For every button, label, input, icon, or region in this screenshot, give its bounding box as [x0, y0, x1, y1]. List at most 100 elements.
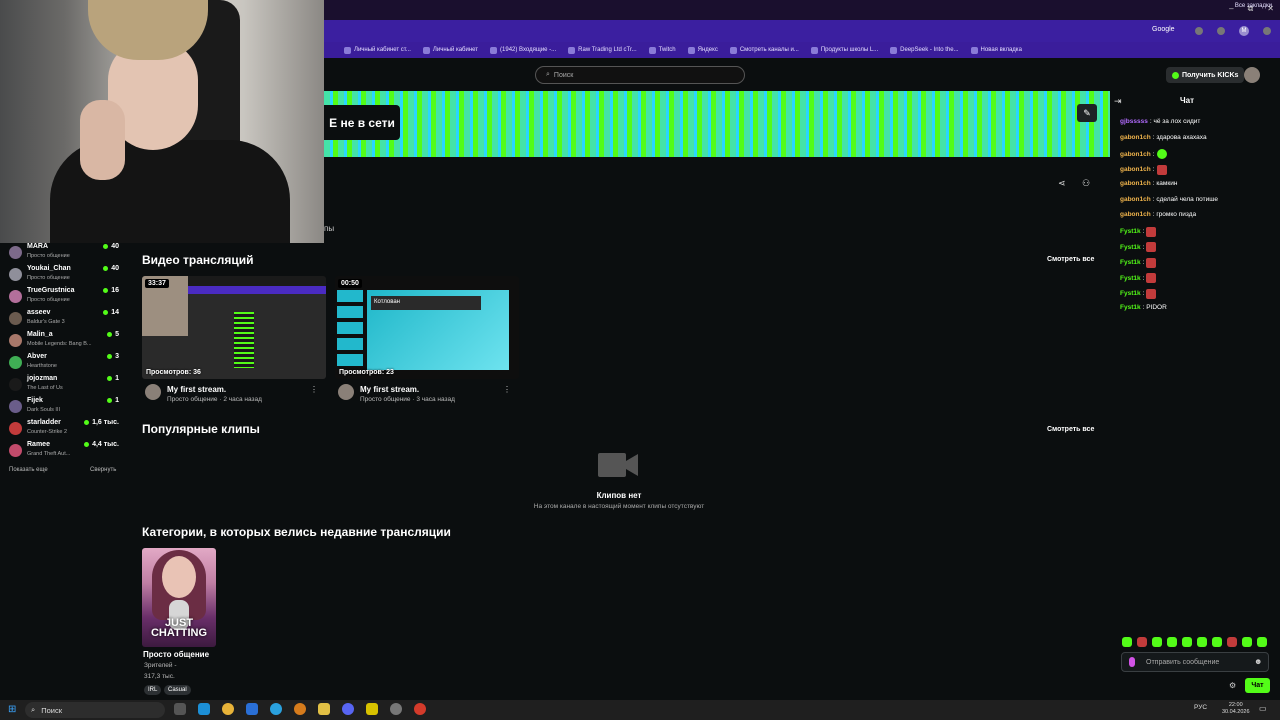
- chat-send-button[interactable]: Чат: [1245, 678, 1270, 693]
- video-thumbnail[interactable]: 33:37 Просмотров: 36: [142, 276, 326, 379]
- video-thumbnail[interactable]: Котлован 00:50 Просмотров: 23: [335, 276, 519, 379]
- chat-username[interactable]: gabon1ch: [1120, 166, 1151, 173]
- sidebar-channel[interactable]: starladder Counter-Strike 2 1,6 тыс.: [8, 419, 123, 441]
- bookmark-item[interactable]: Twitch: [648, 46, 676, 54]
- firefox-icon[interactable]: [294, 703, 306, 715]
- emote-icon[interactable]: [1167, 637, 1177, 647]
- sidebar-channel[interactable]: Youkai_Chan Просто общение 40: [8, 265, 123, 287]
- people-icon[interactable]: ⚇: [1082, 178, 1090, 189]
- bookmark-item[interactable]: Raw Trading Ltd cTr...: [568, 46, 637, 54]
- videos-see-all-button[interactable]: Смотреть все: [1047, 256, 1094, 263]
- edit-banner-button[interactable]: ✎: [1077, 104, 1097, 122]
- extensions-icon[interactable]: [1217, 27, 1225, 35]
- tab-clips[interactable]: пы: [324, 224, 334, 233]
- chat-username[interactable]: Fyst1k: [1120, 244, 1141, 251]
- menu-icon[interactable]: [1263, 27, 1271, 35]
- taskbar-search[interactable]: ⌕ Поиск: [25, 702, 165, 718]
- more-options-icon[interactable]: ⋮: [503, 385, 511, 394]
- more-options-icon[interactable]: ⋮: [310, 385, 318, 394]
- category-card[interactable]: JUST CHATTING: [142, 548, 216, 647]
- video-card[interactable]: Котлован 00:50 Просмотров: 23 My first s…: [335, 276, 519, 403]
- category-name[interactable]: Просто общение: [143, 650, 209, 659]
- chat-username[interactable]: gjbsssss: [1120, 118, 1148, 125]
- file-explorer-icon[interactable]: [318, 703, 330, 715]
- bookmark-item[interactable]: Продукты школы L...: [810, 46, 878, 54]
- all-bookmarks-button[interactable]: Все закладки: [1235, 3, 1272, 9]
- bookmark-item[interactable]: Смотреть каналы и...: [729, 46, 799, 54]
- sidebar-channel[interactable]: asseev Baldur's Gate 3 14: [8, 309, 123, 331]
- chat-username[interactable]: Fyst1k: [1120, 228, 1141, 235]
- emote-icon[interactable]: [1137, 637, 1147, 647]
- app-icon[interactable]: [366, 703, 378, 715]
- video-card[interactable]: 33:37 Просмотров: 36 My first stream. Пр…: [142, 276, 326, 403]
- tag-irl[interactable]: IRL: [144, 685, 162, 695]
- edge-icon[interactable]: [198, 703, 210, 715]
- windows-start-icon[interactable]: ⊞: [8, 704, 16, 715]
- mic-icon[interactable]: [1129, 657, 1135, 667]
- chat-input[interactable]: Отправить сообщение: [1121, 652, 1269, 672]
- telegram-icon[interactable]: [270, 703, 282, 715]
- profile-icon[interactable]: M: [1239, 26, 1249, 36]
- video-title[interactable]: My first stream.: [167, 385, 226, 394]
- tag-casual[interactable]: Casual: [164, 685, 191, 695]
- clips-see-all-button[interactable]: Смотреть все: [1047, 426, 1094, 433]
- mail-icon[interactable]: [246, 703, 258, 715]
- bookmark-item[interactable]: DeepSeek - Into the...: [890, 46, 959, 54]
- share-icon[interactable]: ⋖: [1058, 178, 1066, 189]
- clock[interactable]: 22:00 30.04.2026: [1222, 702, 1250, 716]
- system-tray[interactable]: РУС: [1194, 704, 1207, 711]
- bookmark-item[interactable]: Личный кабинет ст...: [344, 46, 411, 54]
- chat-username[interactable]: Fyst1k: [1120, 259, 1141, 266]
- emote-icon[interactable]: [1227, 637, 1237, 647]
- sidebar-channel[interactable]: jojozman The Last of Us 1: [8, 375, 123, 397]
- emote-icon[interactable]: [1212, 637, 1222, 647]
- task-view-icon[interactable]: [174, 703, 186, 715]
- chrome-icon[interactable]: [222, 703, 234, 715]
- bookmark-item[interactable]: Яндекс: [687, 46, 718, 54]
- sidebar-channel[interactable]: TrueGrustnica Просто общение 16: [8, 287, 123, 309]
- collapse-button[interactable]: Свернуть: [90, 467, 116, 473]
- user-avatar[interactable]: [1244, 67, 1260, 83]
- channel-name: starladder: [27, 419, 61, 426]
- bookmark-item[interactable]: Новая вкладка: [970, 46, 1022, 54]
- google-button[interactable]: Google: [1152, 26, 1175, 33]
- yandex-icon[interactable]: [414, 703, 426, 715]
- chat-username[interactable]: Fyst1k: [1120, 290, 1141, 297]
- sidebar-channel[interactable]: Malin_a Mobile Legends: Bang B... 5: [8, 331, 123, 353]
- chat-username[interactable]: Fyst1k: [1120, 275, 1141, 282]
- sidebar-channel[interactable]: Fijek Dark Souls III 1: [8, 397, 123, 419]
- emote-icon[interactable]: [1122, 637, 1132, 647]
- chat-username[interactable]: gabon1ch: [1120, 211, 1151, 218]
- get-kicks-button[interactable]: Получить KICKs: [1166, 67, 1245, 83]
- show-more-button[interactable]: Показать еще: [9, 467, 48, 473]
- channel-name: Youkai_Chan: [27, 265, 71, 272]
- chat-username[interactable]: gabon1ch: [1120, 180, 1151, 187]
- discord-icon[interactable]: [342, 703, 354, 715]
- chat-username[interactable]: gabon1ch: [1120, 196, 1151, 203]
- collapse-chat-icon[interactable]: ⇥: [1114, 96, 1122, 107]
- channel-avatar[interactable]: [338, 384, 354, 400]
- chat-username[interactable]: gabon1ch: [1120, 151, 1151, 158]
- channel-avatar[interactable]: [145, 384, 161, 400]
- notifications-icon[interactable]: ▭: [1259, 704, 1267, 713]
- minimize-button[interactable]: –: [1229, 4, 1233, 14]
- search-input[interactable]: ⌕ Поиск: [535, 66, 745, 84]
- video-title[interactable]: My first stream.: [360, 385, 419, 394]
- emote-icon[interactable]: [1197, 637, 1207, 647]
- obs-icon[interactable]: [390, 703, 402, 715]
- language-indicator[interactable]: РУС: [1194, 704, 1207, 711]
- emote-icon[interactable]: [1182, 637, 1192, 647]
- chat-username[interactable]: Fyst1k: [1120, 304, 1141, 311]
- emote-icon[interactable]: [1242, 637, 1252, 647]
- bookmark-item[interactable]: Личный кабинет: [422, 46, 478, 54]
- emote-icon[interactable]: [1257, 637, 1267, 647]
- star-icon[interactable]: [1195, 27, 1203, 35]
- bookmark-item[interactable]: (1942) Входящие -...: [490, 46, 556, 54]
- chat-username[interactable]: gabon1ch: [1120, 134, 1151, 141]
- emote-icon[interactable]: [1152, 637, 1162, 647]
- sidebar-channel[interactable]: Ramee Grand Theft Aut... 4,4 тыс.: [8, 441, 123, 463]
- chat-settings-icon[interactable]: ⚙: [1229, 681, 1236, 690]
- sidebar-channel[interactable]: Abver Hearthstone 3: [8, 353, 123, 375]
- sidebar-channel[interactable]: MARA Просто общение 40: [8, 243, 123, 265]
- emoji-icon[interactable]: ☻: [1254, 657, 1262, 666]
